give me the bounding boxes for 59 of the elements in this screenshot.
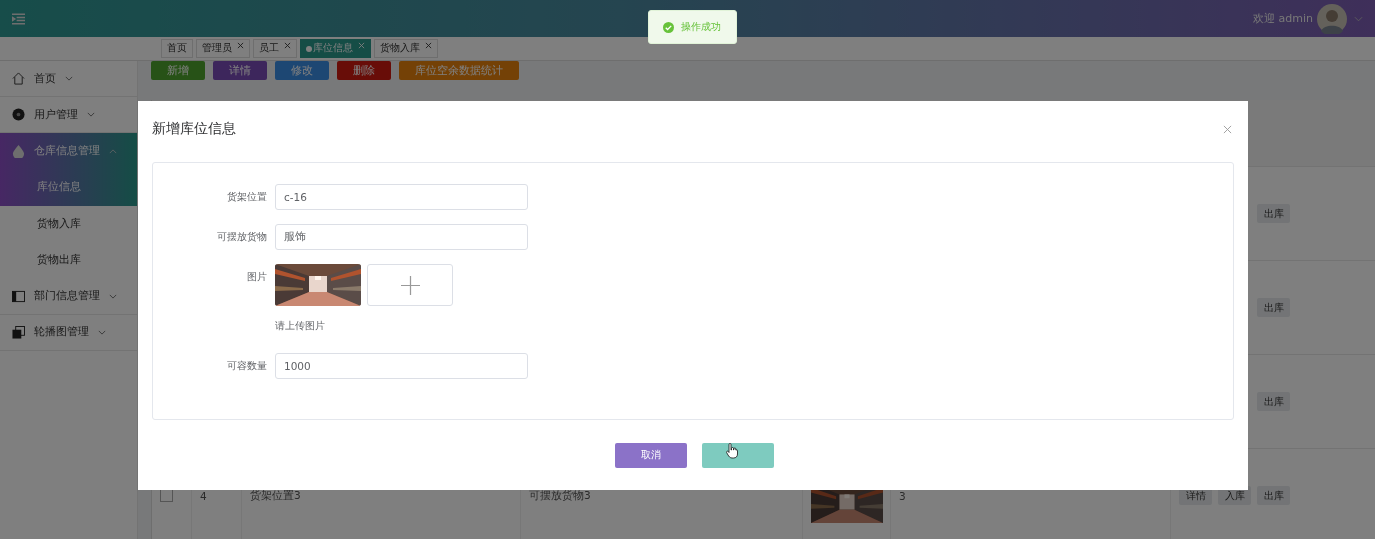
row-action-button[interactable]: 出库 (1257, 392, 1290, 411)
toast-message: 操作成功 (681, 20, 721, 34)
cancel-button[interactable]: 取消 (614, 442, 687, 468)
table-cell: 货架位置3 (250, 488, 301, 503)
submenu-item[interactable]: 货物出库 (0, 242, 137, 279)
tab[interactable]: 库位信息 (300, 39, 371, 58)
welcome-text: 欢迎 admin (1253, 11, 1313, 26)
submenu-item[interactable]: 库位信息 (0, 169, 137, 206)
row-action-button[interactable]: 出库 (1257, 204, 1290, 223)
home-icon (12, 72, 25, 85)
drop-icon (12, 144, 25, 158)
chevron-down-icon (87, 112, 95, 117)
submenu-item[interactable]: 货物入库 (0, 205, 137, 242)
table-cell: 可摆放货物3 (529, 488, 591, 503)
menu-item[interactable]: 仓库信息管理 (0, 133, 137, 169)
dialog-title: 新增库位信息 (152, 120, 236, 138)
field-label: 可容数量 (226, 359, 268, 373)
copy-icon (12, 325, 25, 339)
field-label: 货架位置 (226, 190, 268, 204)
chevron-down-icon (109, 293, 117, 299)
record-icon (12, 108, 25, 121)
hand-cursor-icon (726, 443, 738, 459)
input-field[interactable]: c-16 (275, 184, 528, 210)
tab[interactable]: 员工 (253, 39, 297, 58)
chevron-down-icon[interactable] (1354, 15, 1363, 22)
toolbar-button[interactable]: 新增 (151, 61, 205, 80)
toolbar-button[interactable]: 修改 (275, 61, 329, 80)
menu-icon[interactable] (12, 12, 25, 25)
avatar-icon[interactable] (1317, 3, 1347, 34)
confirm-button[interactable] (701, 442, 774, 468)
upload-hint: 请上传图片 (275, 319, 326, 333)
table-cell: 3 (899, 489, 906, 502)
toolbar-button[interactable]: 库位空余数据统计 (399, 61, 519, 80)
toolbar-button[interactable]: 删除 (337, 61, 391, 80)
field-label: 图片 (246, 270, 268, 284)
tab[interactable]: 货物入库 (374, 39, 438, 58)
upload-button[interactable] (367, 264, 453, 306)
plus-icon (400, 275, 420, 295)
field-label: 可摆放货物 (216, 230, 268, 244)
close-icon[interactable] (237, 42, 244, 49)
row-action-button[interactable]: 出库 (1257, 486, 1290, 505)
input-field[interactable]: 服饰 (275, 224, 528, 250)
close-icon[interactable] (1223, 124, 1232, 134)
menu-item[interactable]: 轮播图管理 (0, 314, 137, 351)
toolbar-button[interactable]: 详情 (213, 61, 267, 80)
chevron-down-icon (98, 329, 106, 335)
tab[interactable]: 首页 (161, 39, 193, 58)
close-icon[interactable] (284, 42, 291, 49)
menu-item[interactable]: 部门信息管理 (0, 278, 137, 315)
chevron-up-icon (109, 148, 117, 154)
panel-icon (12, 289, 25, 303)
close-icon[interactable] (425, 42, 432, 49)
tab[interactable]: 管理员 (196, 39, 250, 58)
menu-item[interactable]: 首页 (0, 61, 137, 97)
input-field[interactable]: 1000 (275, 353, 528, 379)
chevron-down-icon (65, 76, 73, 81)
table-cell: 4 (200, 489, 207, 502)
check-circle-icon (663, 21, 674, 33)
row-action-button[interactable]: 出库 (1257, 298, 1290, 317)
